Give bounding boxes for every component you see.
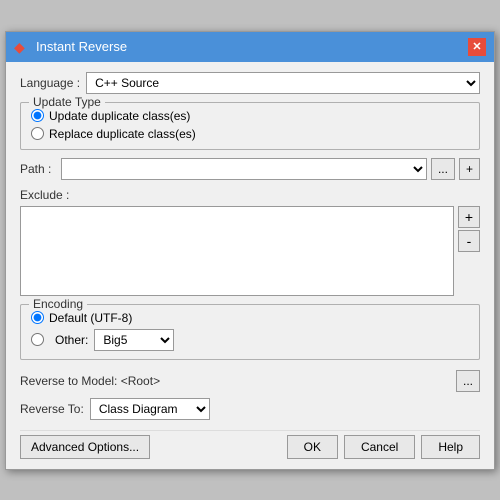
encoding-label-default: Default (UTF-8) <box>49 311 132 325</box>
update-type-group: Update Type Update duplicate class(es) R… <box>20 102 480 150</box>
path-label: Path : <box>20 162 51 176</box>
language-select[interactable]: C++ Source Java C# Python <box>86 72 480 94</box>
exclude-textarea[interactable] <box>20 206 454 296</box>
exclude-row: + - <box>20 206 480 296</box>
advanced-options-button[interactable]: Advanced Options... <box>20 435 150 459</box>
title-bar-left: ◆ Instant Reverse <box>14 39 127 55</box>
language-row: Language : C++ Source Java C# Python <box>20 72 480 94</box>
title-bar: ◆ Instant Reverse ✕ <box>6 32 494 62</box>
path-select[interactable] <box>61 158 427 180</box>
reverse-model-row: Reverse to Model: <Root> ... <box>20 370 480 392</box>
encoding-label-other: Other: <box>55 333 88 347</box>
action-buttons: OK Cancel Help <box>287 435 480 459</box>
update-option-row: Update duplicate class(es) <box>31 109 469 123</box>
help-button[interactable]: Help <box>421 435 480 459</box>
update-type-title: Update Type <box>29 95 105 109</box>
exclude-section: Exclude : + - <box>20 188 480 296</box>
update-label-2: Replace duplicate class(es) <box>49 127 196 141</box>
path-add-button[interactable]: + <box>459 158 480 180</box>
reverse-to-label: Reverse To: <box>20 402 84 416</box>
dialog-title: Instant Reverse <box>36 39 127 54</box>
exclude-buttons: + - <box>458 206 480 296</box>
exclude-label: Exclude : <box>20 188 480 202</box>
exclude-remove-button[interactable]: - <box>458 230 480 252</box>
exclude-add-button[interactable]: + <box>458 206 480 228</box>
encoding-radio-default[interactable] <box>31 311 44 324</box>
reverse-model-label: Reverse to Model: <Root> <box>20 374 160 388</box>
path-row: Path : ... + <box>20 158 480 180</box>
close-button[interactable]: ✕ <box>468 38 486 56</box>
cancel-button[interactable]: Cancel <box>344 435 415 459</box>
encoding-radio-other[interactable] <box>31 333 44 346</box>
ok-button[interactable]: OK <box>287 435 338 459</box>
language-label: Language : <box>20 76 80 90</box>
encoding-default-row: Default (UTF-8) <box>31 311 469 325</box>
reverse-to-row: Reverse To: Class Diagram Sequence Diagr… <box>20 398 480 420</box>
replace-option-row: Replace duplicate class(es) <box>31 127 469 141</box>
update-label-1: Update duplicate class(es) <box>49 109 190 123</box>
encoding-other-select[interactable]: Big5 UTF-16 ISO-8859-1 <box>94 329 174 351</box>
encoding-group: Encoding Default (UTF-8) Other: Big5 UTF… <box>20 304 480 360</box>
reverse-to-select[interactable]: Class Diagram Sequence Diagram Use Case … <box>90 398 210 420</box>
encoding-other-row: Other: Big5 UTF-16 ISO-8859-1 <box>31 329 469 351</box>
dialog: ◆ Instant Reverse ✕ Language : C++ Sourc… <box>5 31 495 470</box>
encoding-title: Encoding <box>29 297 87 311</box>
path-browse-button[interactable]: ... <box>431 158 455 180</box>
reverse-model-browse-button[interactable]: ... <box>456 370 480 392</box>
dialog-body: Language : C++ Source Java C# Python Upd… <box>6 62 494 469</box>
update-radio-2[interactable] <box>31 127 44 140</box>
app-icon: ◆ <box>14 39 30 55</box>
bottom-row: Advanced Options... OK Cancel Help <box>20 430 480 459</box>
update-radio-1[interactable] <box>31 109 44 122</box>
